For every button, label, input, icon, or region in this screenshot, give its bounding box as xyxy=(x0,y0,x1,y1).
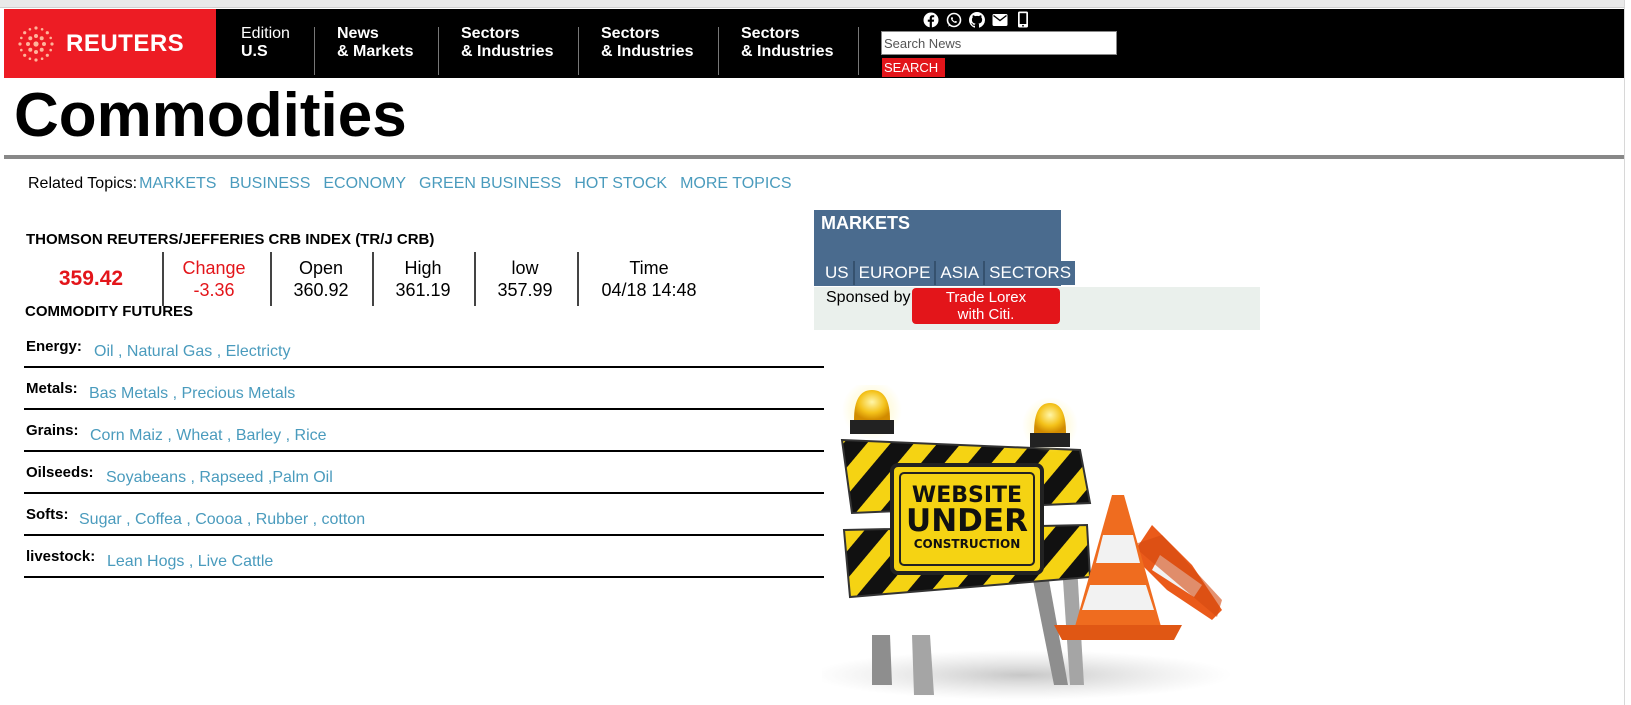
topic-link-hot-stock[interactable]: HOT STOCK xyxy=(574,175,667,192)
futures-row-label: Oilseeds: xyxy=(26,464,94,481)
topic-link-business[interactable]: BUSINESS xyxy=(229,175,310,192)
nav-edition-line2: U.S xyxy=(241,43,268,60)
tab-asia[interactable]: ASIA xyxy=(936,261,986,285)
markets-title: MARKETS xyxy=(821,213,910,233)
index-title: THOMSON REUTERS/JEFFERIES CRB INDEX (TR/… xyxy=(26,231,435,248)
search-button[interactable]: SEARCH xyxy=(882,58,945,77)
sponsor-bar: Sponsed by Trade Lorex with Citi. xyxy=(814,287,1260,330)
nav-divider xyxy=(578,27,579,75)
nav-sectors-2[interactable]: Sectors & Industries xyxy=(601,25,693,61)
nav-edition[interactable]: Edition U.S xyxy=(241,25,290,61)
index-open-cell: Open 360.92 xyxy=(272,252,370,306)
tab-us[interactable]: US xyxy=(821,261,855,285)
tab-europe[interactable]: EUROPE xyxy=(854,261,937,285)
low-value: 357.99 xyxy=(497,280,553,300)
open-label: Open xyxy=(298,258,344,278)
time-label: Time xyxy=(629,258,669,278)
related-topics-label: Related Topics: xyxy=(28,175,138,192)
topic-link-green-business[interactable]: GREEN BUSINESS xyxy=(419,175,561,192)
futures-row-label: Energy: xyxy=(26,338,82,355)
nav-divider xyxy=(438,27,439,75)
open-value: 360.92 xyxy=(293,280,349,300)
sign-line2: UNDER xyxy=(906,503,1028,539)
topic-link-markets[interactable]: MARKETS xyxy=(139,175,216,192)
sponsor-button[interactable]: Trade Lorex with Citi. xyxy=(912,288,1060,324)
markets-tabs: US EUROPE ASIA SECTORS xyxy=(821,261,1076,285)
nav-news-line2: & Markets xyxy=(337,43,414,60)
tab-sectors[interactable]: SECTORS xyxy=(985,261,1076,285)
futures-row-metals: Metals: Bas Metals , Precious Metals xyxy=(24,370,824,410)
reuters-logo-icon xyxy=(18,25,54,62)
nav-sectors-1-line2: & Industries xyxy=(461,43,554,60)
sign-line3: CONSTRUCTION xyxy=(914,537,1021,551)
sponsor-button-line1: Trade Lorex xyxy=(945,289,1027,306)
futures-row-links[interactable]: Corn Maiz , Wheat , Barley , Rice xyxy=(90,427,327,445)
under-construction-illustration: WEBSITE UNDER CONSTRUCTION xyxy=(822,385,1232,700)
nav-sectors-1-line1: Sectors xyxy=(461,25,520,42)
index-time-cell: Time 04/18 14:48 xyxy=(579,252,719,306)
topic-link-more-topics[interactable]: MORE TOPICS xyxy=(680,175,791,192)
futures-row-softs: Softs: Sugar , Coffea , Coooa , Rubber ,… xyxy=(24,496,824,536)
futures-row-oilseeds: Oilseeds: Soyabeans , Rapseed ,Palm Oil xyxy=(24,454,824,494)
nav-divider xyxy=(858,27,859,75)
github-icon[interactable] xyxy=(968,11,985,28)
mobile-icon[interactable] xyxy=(1014,11,1031,28)
index-change-cell: Change -3.36 xyxy=(164,252,264,306)
change-value: -3.36 xyxy=(193,280,235,300)
nav-edition-line1: Edition xyxy=(241,25,290,42)
change-label: Change xyxy=(182,258,246,278)
nav-sectors-2-line2: & Industries xyxy=(601,43,694,60)
low-label: low xyxy=(511,258,539,278)
index-low-cell: low 357.99 xyxy=(476,252,574,306)
time-value: 04/18 14:48 xyxy=(601,280,697,300)
nav-sectors-3-line1: Sectors xyxy=(741,25,800,42)
browser-top-edge xyxy=(0,0,1631,8)
futures-row-label: Softs: xyxy=(26,506,69,523)
search-input[interactable] xyxy=(881,31,1117,55)
social-icons xyxy=(922,11,1031,28)
futures-row-label: Grains: xyxy=(26,422,79,439)
nav-sectors-3[interactable]: Sectors & Industries xyxy=(741,25,833,61)
topic-link-economy[interactable]: ECONOMY xyxy=(323,175,406,192)
browser-right-edge xyxy=(1624,0,1631,705)
reuters-logo[interactable]: REUTERS xyxy=(4,9,216,78)
nav-sectors-2-line1: Sectors xyxy=(601,25,660,42)
high-label: High xyxy=(404,258,442,278)
nav-divider xyxy=(314,27,315,75)
futures-title: COMMODITY FUTURES xyxy=(25,303,194,320)
nav-sectors-1[interactable]: Sectors & Industries xyxy=(461,25,553,61)
index-high-cell: High 361.19 xyxy=(374,252,472,306)
futures-row-links[interactable]: Lean Hogs , Live Cattle xyxy=(107,553,273,571)
futures-row-label: livestock: xyxy=(26,548,96,565)
sponsor-button-line2: with Citi. xyxy=(957,306,1015,323)
sponsor-label: Sponsed by xyxy=(826,289,911,306)
nav-news-line1: News xyxy=(337,25,379,42)
futures-row-livestock: livestock: Lean Hogs , Live Cattle xyxy=(24,538,824,578)
whatsapp-icon[interactable] xyxy=(945,11,962,28)
facebook-icon[interactable] xyxy=(922,11,939,28)
nav-sectors-3-line2: & Industries xyxy=(741,43,834,60)
page-title: Commodities xyxy=(14,81,407,150)
futures-row-energy: Energy: Oil , Natural Gas , Electricty xyxy=(24,328,824,368)
markets-widget: MARKETS US EUROPE ASIA SECTORS xyxy=(814,210,1076,286)
futures-row-links[interactable]: Soyabeans , Rapseed ,Palm Oil xyxy=(106,469,333,487)
futures-row-links[interactable]: Bas Metals , Precious Metals xyxy=(89,385,295,403)
nav-news-markets[interactable]: News & Markets xyxy=(337,25,413,61)
index-value-cell: 359.42 xyxy=(26,252,156,306)
related-topics: Related Topics: MARKETS BUSINESS ECONOMY GRE… xyxy=(28,175,805,193)
futures-row-links[interactable]: Sugar , Coffea , Coooa , Rubber , cotton xyxy=(79,511,365,529)
nav-divider xyxy=(718,27,719,75)
logo-text: REUTERS xyxy=(66,29,185,57)
futures-row-grains: Grains: Corn Maiz , Wheat , Barley , Ric… xyxy=(24,412,824,452)
index-value: 359.42 xyxy=(58,267,124,290)
title-divider xyxy=(4,155,1624,159)
high-value: 361.19 xyxy=(395,280,451,300)
futures-row-label: Metals: xyxy=(26,380,78,397)
futures-row-links[interactable]: Oil , Natural Gas , Electricty xyxy=(94,343,291,361)
mail-icon[interactable] xyxy=(991,11,1008,28)
site-header: REUTERS Edition U.S News & Markets Secto… xyxy=(4,9,1624,78)
